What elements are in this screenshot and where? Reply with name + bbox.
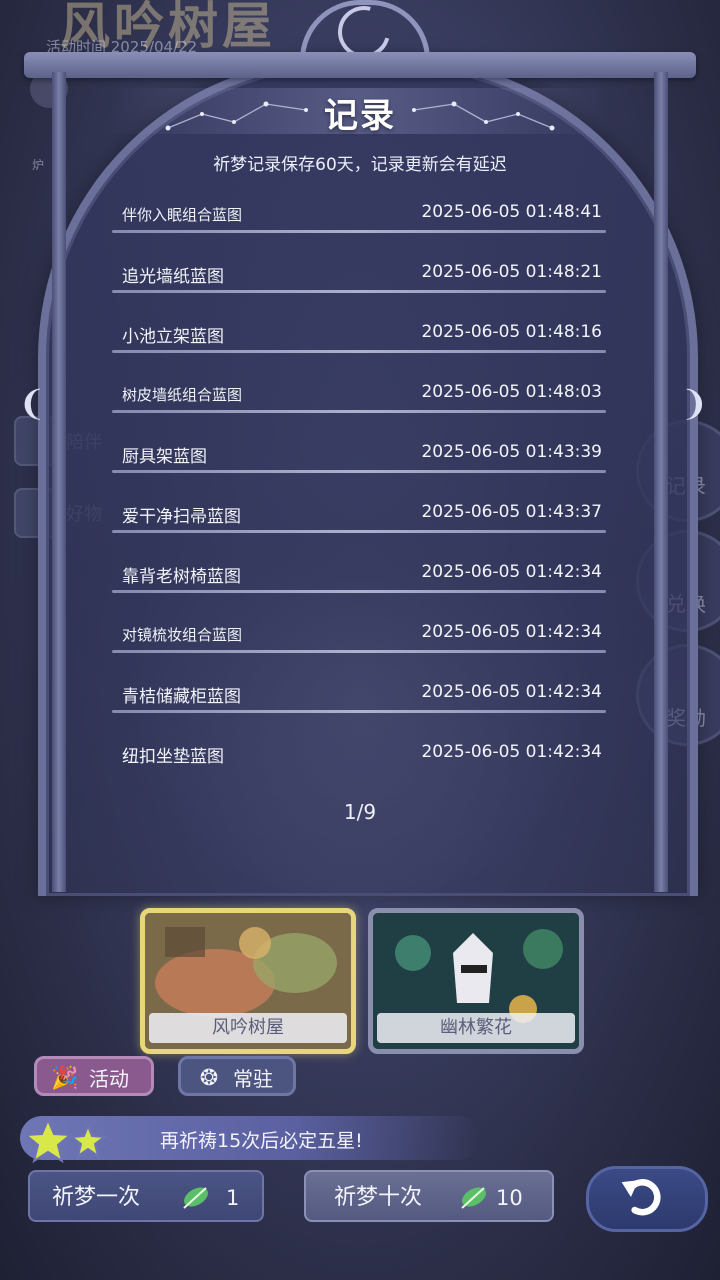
record-item-name: 纽扣坐垫蓝图 bbox=[122, 747, 224, 767]
tab-label: 活动 bbox=[89, 1067, 129, 1091]
record-row: 伴你入眠组合蓝图 2025-06-05 01:48:41 bbox=[112, 184, 606, 244]
record-item-name: 追光墙纸蓝图 bbox=[122, 267, 224, 287]
five-star-icon bbox=[26, 1117, 107, 1164]
party-popper-icon: 🎉 bbox=[51, 1066, 79, 1091]
record-row: 青桔储藏柜蓝图 2025-06-05 01:42:34 bbox=[112, 664, 606, 724]
panel-pillar-left bbox=[52, 72, 66, 892]
record-row: 对镜梳妆组合蓝图 2025-06-05 01:42:34 bbox=[112, 604, 606, 664]
panel-top-bar bbox=[24, 52, 696, 78]
tab-label: 常驻 bbox=[233, 1067, 273, 1091]
record-item-time: 2025-06-05 01:48:16 bbox=[421, 322, 602, 342]
record-item-time: 2025-06-05 01:43:39 bbox=[421, 442, 602, 462]
panel-pillar-right bbox=[654, 72, 668, 892]
page-indicator: 1/9 bbox=[343, 800, 377, 824]
record-item-time: 2025-06-05 01:42:34 bbox=[421, 742, 602, 762]
draw-once-label: 祈梦一次 bbox=[52, 1185, 141, 1210]
row-divider bbox=[112, 710, 606, 713]
back-button[interactable] bbox=[586, 1166, 708, 1232]
row-divider bbox=[112, 410, 606, 413]
record-row: 追光墙纸蓝图 2025-06-05 01:48:21 bbox=[112, 244, 606, 304]
record-item-time: 2025-06-05 01:42:34 bbox=[421, 622, 602, 642]
record-item-name: 对镜梳妆组合蓝图 bbox=[122, 626, 243, 644]
back-arrow-icon bbox=[621, 1179, 661, 1216]
tab-permanent[interactable]: ❂ 常驻 bbox=[178, 1056, 296, 1096]
record-list: 伴你入眠组合蓝图 2025-06-05 01:48:41 追光墙纸蓝图 2025… bbox=[112, 184, 606, 784]
draw-once-cost: 1 bbox=[226, 1186, 240, 1210]
record-item-name: 伴你入眠组合蓝图 bbox=[122, 206, 243, 224]
banner-card-label: 幽林繁花 bbox=[377, 1013, 575, 1043]
draw-ten-cost: 10 bbox=[496, 1186, 523, 1210]
banner-card-fengyin[interactable]: 风吟树屋 bbox=[140, 908, 356, 1054]
row-divider bbox=[112, 650, 606, 653]
row-divider bbox=[112, 350, 606, 353]
swirl-icon: ❂ bbox=[199, 1066, 219, 1091]
row-divider bbox=[112, 590, 606, 593]
panel-title: 记录 bbox=[324, 96, 396, 136]
draw-ten-button[interactable]: 祈梦十次 10 bbox=[304, 1170, 554, 1222]
record-row: 厨具架蓝图 2025-06-05 01:43:39 bbox=[112, 424, 606, 484]
panel-subtitle: 祈梦记录保存60天，记录更新会有延迟 bbox=[213, 155, 507, 175]
record-item-time: 2025-06-05 01:48:21 bbox=[421, 262, 602, 282]
record-row: 纽扣坐垫蓝图 2025-06-05 01:42:34 bbox=[112, 724, 606, 784]
draw-once-button[interactable]: 祈梦一次 1 bbox=[28, 1170, 264, 1222]
record-row: 小池立架蓝图 2025-06-05 01:48:16 bbox=[112, 304, 606, 364]
record-item-name: 小池立架蓝图 bbox=[122, 327, 224, 347]
record-item-time: 2025-06-05 01:48:03 bbox=[421, 382, 602, 402]
draw-ten-label: 祈梦十次 bbox=[334, 1185, 423, 1210]
row-divider bbox=[112, 230, 606, 233]
feather-currency-icon bbox=[183, 1187, 208, 1209]
row-divider bbox=[112, 530, 606, 533]
record-item-name: 青桔储藏柜蓝图 bbox=[122, 687, 241, 707]
banner-card-youlin[interactable]: 幽林繁花 bbox=[368, 908, 584, 1054]
row-divider bbox=[112, 470, 606, 473]
record-item-name: 厨具架蓝图 bbox=[122, 447, 207, 467]
record-item-time: 2025-06-05 01:48:41 bbox=[421, 202, 602, 222]
feather-currency-icon bbox=[461, 1187, 486, 1209]
pity-text: 再祈祷15次后必定五星! bbox=[160, 1130, 363, 1152]
record-row: 爱干净扫帚蓝图 2025-06-05 01:43:37 bbox=[112, 484, 606, 544]
record-item-time: 2025-06-05 01:42:34 bbox=[421, 682, 602, 702]
record-item-name: 爱干净扫帚蓝图 bbox=[122, 507, 241, 527]
banner-card-label: 风吟树屋 bbox=[149, 1013, 347, 1043]
record-item-name: 靠背老树椅蓝图 bbox=[122, 567, 241, 587]
record-item-name: 树皮墙纸组合蓝图 bbox=[122, 386, 243, 404]
record-item-time: 2025-06-05 01:43:37 bbox=[421, 502, 602, 522]
next-page-arrow-icon[interactable]: ❩ bbox=[680, 384, 709, 424]
tab-activity[interactable]: 🎉 活动 bbox=[34, 1056, 154, 1096]
record-row: 靠背老树椅蓝图 2025-06-05 01:42:34 bbox=[112, 544, 606, 604]
record-row: 树皮墙纸组合蓝图 2025-06-05 01:48:03 bbox=[112, 364, 606, 424]
record-item-time: 2025-06-05 01:42:34 bbox=[421, 562, 602, 582]
row-divider bbox=[112, 290, 606, 293]
prev-page-arrow-icon[interactable]: ❨ bbox=[18, 384, 47, 424]
